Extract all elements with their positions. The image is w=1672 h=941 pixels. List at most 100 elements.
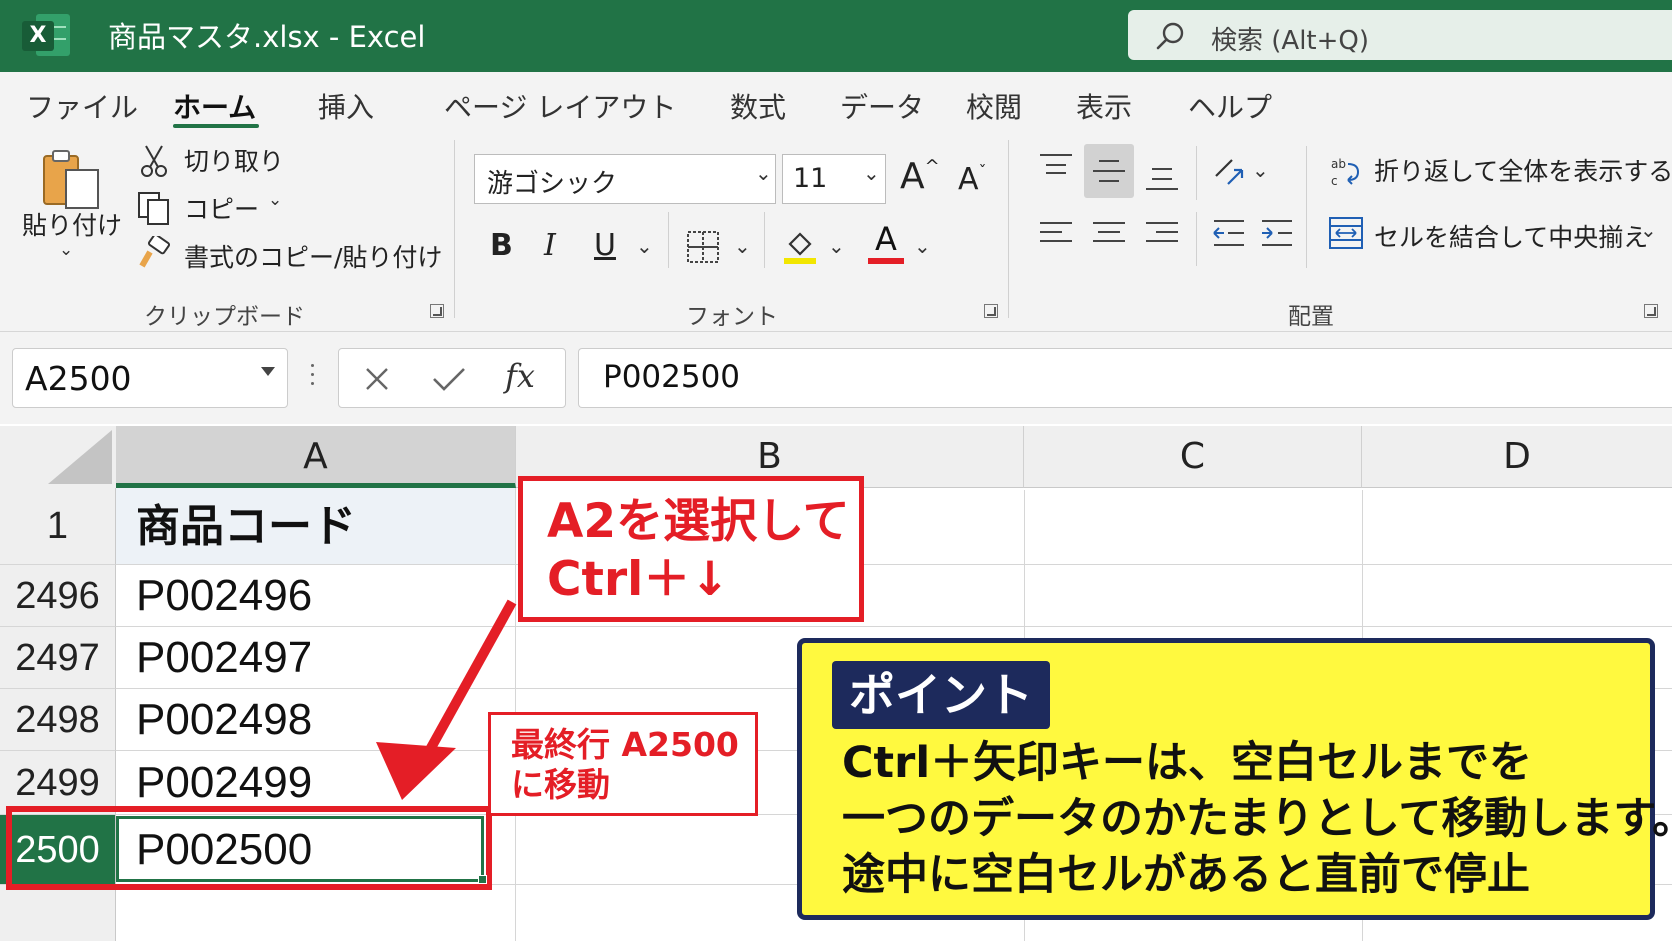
font-color-chevron-icon[interactable]: ⌄ xyxy=(914,234,931,258)
title-bar: X 商品マスタ.xlsx - Excel 検索 (Alt+Q) xyxy=(0,0,1672,72)
tip-title: ポイント xyxy=(832,661,1050,729)
formula-buttons: fx xyxy=(338,348,566,408)
cut-button[interactable]: 切り取り xyxy=(184,142,284,178)
font-size-chevron-icon: ⌄ xyxy=(863,161,880,185)
cell-empty[interactable] xyxy=(116,885,516,941)
excel-logo-icon: X xyxy=(22,12,72,58)
tab-help[interactable]: ヘルプ xyxy=(1188,86,1272,126)
paste-button[interactable]: 貼り付け xyxy=(22,206,122,242)
cancel-icon[interactable] xyxy=(363,365,391,393)
font-color-glyph: A xyxy=(875,220,897,258)
merge-center-button[interactable]: セルを結合して中央揃え xyxy=(1374,218,1648,254)
copy-button[interactable]: コピー xyxy=(184,190,259,226)
select-all-corner[interactable] xyxy=(0,426,116,488)
ribbon-home: 貼り付け ⌄ 切り取り コピー ⌄ 書式のコピー/貼り付け クリップボード 游ゴ… xyxy=(0,132,1672,332)
format-painter-button[interactable]: 書式のコピー/貼り付け xyxy=(184,238,442,274)
cell-a1[interactable]: 商品コード xyxy=(116,488,516,565)
window-title: 商品マスタ.xlsx - Excel xyxy=(108,20,426,54)
paste-icon[interactable] xyxy=(40,148,104,212)
cell-a2498[interactable]: P002498 xyxy=(116,689,516,751)
clipboard-group-label: クリップボード xyxy=(144,304,305,330)
insert-function-icon[interactable]: fx xyxy=(505,357,535,395)
row-header-empty[interactable] xyxy=(0,885,116,941)
divider xyxy=(1196,212,1197,266)
paste-dropdown-chevron-icon[interactable]: ⌄ xyxy=(59,240,73,260)
tip-box: ポイント Ctrl＋矢印キーは、空白セルまでを 一つのデータのかたまりとして移動… xyxy=(797,638,1672,920)
font-size-select[interactable]: 11 ⌄ xyxy=(782,154,886,204)
search-placeholder: 検索 (Alt+Q) xyxy=(1211,26,1370,56)
ribbon-tab-bar: ファイル ホーム 挿入 ページ レイアウト 数式 データ 校閲 表示 ヘルプ xyxy=(0,72,1672,132)
orientation-icon[interactable] xyxy=(1210,154,1246,190)
tab-insert[interactable]: 挿入 xyxy=(318,86,374,126)
font-color-button[interactable]: A xyxy=(866,220,906,266)
fill-handle[interactable] xyxy=(478,875,487,884)
row-header[interactable]: 2498 xyxy=(0,689,116,751)
column-header-a[interactable]: A xyxy=(116,426,516,488)
gridline xyxy=(516,626,1672,627)
align-middle-icon[interactable] xyxy=(1093,158,1125,184)
underline-dropdown-chevron-icon[interactable]: ⌄ xyxy=(636,234,653,258)
tab-file[interactable]: ファイル xyxy=(26,86,138,126)
decrease-indent-icon[interactable] xyxy=(1212,218,1246,248)
tab-formulas[interactable]: 数式 xyxy=(730,86,786,126)
result-callout-text: 最終行 A2500 に移動 xyxy=(511,725,739,804)
formula-bar-grip-icon[interactable] xyxy=(311,364,315,390)
underline-button[interactable]: U xyxy=(594,228,616,263)
row-header[interactable]: 2496 xyxy=(0,565,116,627)
increase-indent-icon[interactable] xyxy=(1260,218,1294,248)
italic-button[interactable]: I xyxy=(544,228,556,263)
formula-input[interactable]: P002500 xyxy=(578,348,1672,408)
align-top-icon[interactable] xyxy=(1040,152,1072,178)
search-box[interactable]: 検索 (Alt+Q) xyxy=(1128,10,1672,60)
decrease-font-size-icon[interactable]: Aˇ xyxy=(958,162,987,197)
borders-icon[interactable] xyxy=(686,230,720,264)
font-color-swatch xyxy=(868,258,904,264)
align-right-icon[interactable] xyxy=(1146,220,1178,246)
tab-page-layout[interactable]: ページ レイアウト xyxy=(444,86,676,126)
align-bottom-icon[interactable] xyxy=(1146,166,1178,192)
copy-dropdown-chevron-icon[interactable]: ⌄ xyxy=(268,190,282,210)
group-divider xyxy=(1008,140,1009,318)
tab-view[interactable]: 表示 xyxy=(1076,86,1132,126)
wrap-text-button[interactable]: 折り返して全体を表示する xyxy=(1374,152,1672,188)
align-left-icon[interactable] xyxy=(1040,220,1072,246)
tab-data[interactable]: データ xyxy=(840,86,924,126)
search-icon xyxy=(1156,22,1184,50)
enter-check-icon[interactable] xyxy=(431,365,467,393)
wrap-text-icon: ab c xyxy=(1331,157,1360,188)
align-center-icon[interactable] xyxy=(1093,220,1125,246)
font-family-value: 游ゴシック xyxy=(487,169,618,199)
font-size-value: 11 xyxy=(793,163,828,194)
merge-center-chevron-icon[interactable]: ⌄ xyxy=(1640,218,1657,242)
tab-home[interactable]: ホーム xyxy=(173,86,256,126)
fill-color-chevron-icon[interactable]: ⌄ xyxy=(828,234,845,258)
divider xyxy=(668,212,669,268)
merge-center-icon xyxy=(1329,217,1363,249)
row-header[interactable]: 2497 xyxy=(0,627,116,689)
svg-text:ab: ab xyxy=(1331,157,1346,171)
result-callout: 最終行 A2500 に移動 xyxy=(488,712,758,816)
name-box[interactable]: A2500 xyxy=(12,348,288,408)
increase-font-size-icon[interactable]: A^ xyxy=(900,156,940,197)
row-header[interactable]: 1 xyxy=(0,488,116,565)
clipboard-launcher-icon[interactable] xyxy=(430,304,444,318)
tab-review[interactable]: 校閲 xyxy=(966,86,1022,126)
cell-a2496[interactable]: P002496 xyxy=(116,565,516,627)
active-tab-indicator xyxy=(173,124,259,128)
active-cell-border xyxy=(116,816,484,882)
borders-dropdown-chevron-icon[interactable]: ⌄ xyxy=(734,234,751,258)
bold-button[interactable]: B xyxy=(490,228,513,263)
column-header-c[interactable]: C xyxy=(1024,426,1362,488)
orientation-chevron-icon[interactable]: ⌄ xyxy=(1252,158,1269,182)
font-family-select[interactable]: 游ゴシック ⌄ xyxy=(474,154,776,204)
cell-a2497[interactable]: P002497 xyxy=(116,627,516,689)
font-launcher-icon[interactable] xyxy=(984,304,998,318)
tip-body: Ctrl＋矢印キーは、空白セルまでを 一つのデータのかたまりとして移動します。 … xyxy=(842,738,1672,900)
name-box-value: A2500 xyxy=(25,359,132,398)
name-box-dropdown-icon[interactable] xyxy=(261,367,275,376)
group-divider xyxy=(454,140,455,318)
fill-color-icon[interactable] xyxy=(780,226,820,266)
alignment-launcher-icon[interactable] xyxy=(1644,304,1658,318)
font-group-label: フォント xyxy=(686,304,778,330)
column-header-d[interactable]: D xyxy=(1362,426,1672,488)
